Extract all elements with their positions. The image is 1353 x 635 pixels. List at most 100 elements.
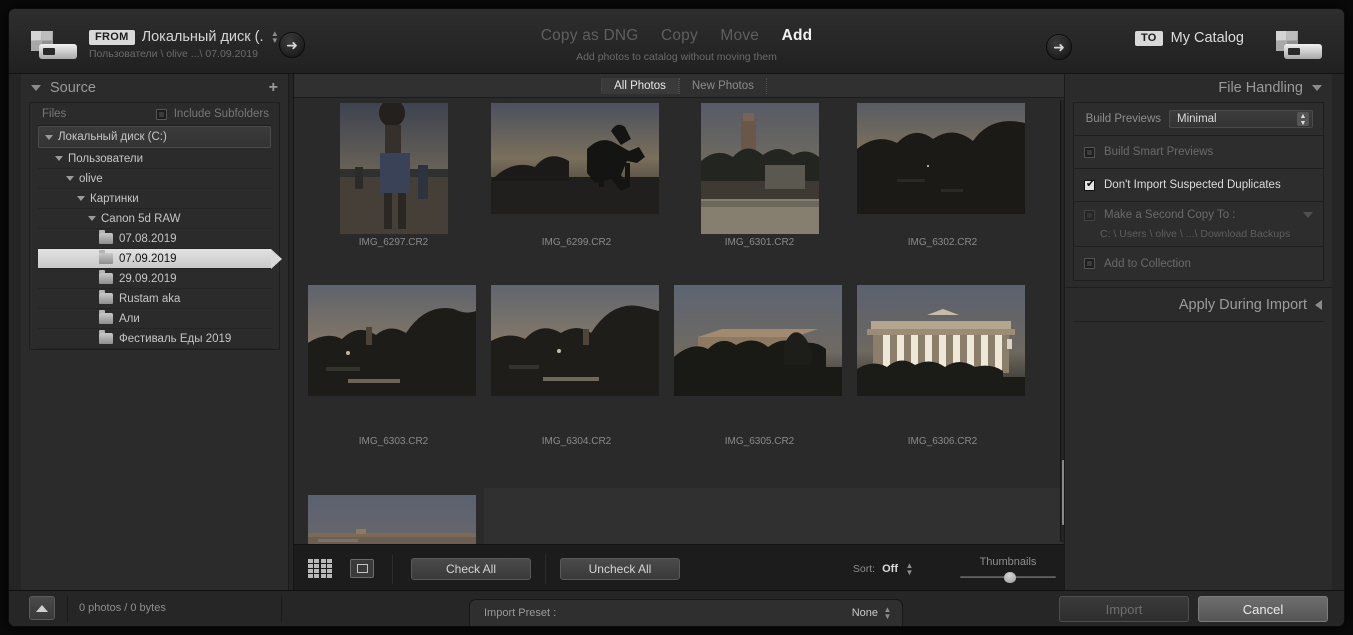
disclosure-triangle-icon[interactable]: [66, 176, 74, 181]
photo-cell[interactable]: IMG_6306.CR2: [851, 280, 1034, 460]
tree-item-8[interactable]: Rustam aka: [38, 289, 271, 309]
second-copy-checkbox[interactable]: [1084, 209, 1095, 221]
chevron-down-icon[interactable]: [1312, 85, 1322, 91]
import-preset-bar[interactable]: Import Preset : None ▲ ▼: [469, 599, 903, 626]
photo-caption: IMG_6305.CR2: [724, 436, 795, 447]
photo-image: [491, 285, 659, 396]
source-folder-tree: Локальный диск (C:) Пользователи olive Карт…: [38, 125, 282, 349]
preset-stepper-icon[interactable]: ▲ ▼: [883, 606, 892, 621]
photo-thumbnail[interactable]: [308, 285, 476, 396]
tree-item-label: 07.09.2019: [119, 252, 177, 265]
tab-new-photos[interactable]: New Photos: [678, 77, 767, 94]
tree-item-label: olive: [79, 172, 103, 185]
photo-cell[interactable]: IMG_6302.CR2: [851, 98, 1034, 278]
second-copy-path: C: \ Users \ olive \ ...\ Download Backu…: [1100, 228, 1291, 240]
tree-item-7[interactable]: 29.09.2019: [38, 269, 271, 289]
lightroom-import-dialog-screen: FROM Локальный диск (... ▲ ▼ Пользователи…: [0, 0, 1353, 635]
photo-thumbnail[interactable]: [674, 285, 842, 396]
import-button[interactable]: Import: [1059, 596, 1189, 622]
photo-thumbnail[interactable]: [701, 103, 819, 234]
uncheck-all-button[interactable]: Uncheck All: [560, 557, 680, 580]
photo-caption: IMG_6306.CR2: [907, 436, 978, 447]
tree-item-5[interactable]: 07.08.2019: [38, 229, 271, 249]
check-all-button[interactable]: Check All: [411, 557, 531, 580]
folder-icon: [99, 230, 113, 244]
tree-item-label: Фестиваль Еды 2019: [119, 332, 232, 345]
photo-cell[interactable]: [302, 483, 485, 544]
disclosure-triangle-icon[interactable]: [45, 134, 53, 140]
photo-cell[interactable]: IMG_6299.CR2: [485, 98, 668, 278]
thumbnail-size-slider[interactable]: [960, 571, 1056, 583]
mode-description: Add photos to catalog without moving the…: [576, 51, 777, 63]
photo-thumbnail[interactable]: [491, 103, 659, 214]
tree-item-label: Rustam aka: [119, 292, 181, 305]
photo-thumbnail[interactable]: [857, 285, 1025, 396]
mode-copy[interactable]: Copy: [661, 27, 698, 45]
build-previews-label: Build Previews: [1085, 113, 1161, 125]
photo-cell[interactable]: IMG_6304.CR2: [485, 280, 668, 460]
photo-caption: IMG_6303.CR2: [358, 436, 429, 447]
photo-cell[interactable]: IMG_6303.CR2: [302, 280, 485, 460]
photo-thumbnail[interactable]: [857, 103, 1025, 214]
disclosure-triangle-icon[interactable]: [88, 216, 96, 221]
file-handling-header[interactable]: File Handling: [1065, 74, 1332, 102]
add-source-icon[interactable]: +: [269, 79, 278, 97]
source-panel-title: Source: [50, 80, 96, 96]
source-panel-header[interactable]: Source +: [21, 74, 288, 102]
chevron-down-icon[interactable]: [31, 85, 41, 91]
add-to-collection-checkbox[interactable]: [1084, 258, 1095, 269]
tree-item-9[interactable]: Али: [38, 309, 271, 329]
tree-item-0[interactable]: Локальный диск (C:): [38, 126, 271, 148]
disclosure-triangle-icon[interactable]: [77, 196, 85, 201]
tab-all-photos[interactable]: All Photos: [601, 77, 679, 94]
dont-import-duplicates-checkbox[interactable]: [1084, 178, 1096, 191]
include-subfolders-checkbox[interactable]: [155, 108, 167, 120]
tree-item-6[interactable]: 07.09.2019: [38, 249, 282, 269]
collapse-panel-button[interactable]: [29, 596, 55, 620]
photo-thumbnail[interactable]: [340, 103, 448, 234]
photo-grid: IMG_6297.CR2 IMG_6299.CR2 IMG_6301.CR2 I…: [294, 98, 1074, 544]
photo-caption: IMG_6299.CR2: [541, 237, 612, 248]
destination-forward-arrow-icon[interactable]: ➜: [1046, 34, 1072, 60]
tree-item-10[interactable]: Фестиваль Еды 2019: [38, 329, 271, 349]
chevron-down-icon[interactable]: [1303, 212, 1313, 218]
import-preset-value[interactable]: None: [852, 607, 878, 619]
build-smart-previews-row[interactable]: Build Smart Previews: [1074, 136, 1323, 169]
tree-item-2[interactable]: olive: [38, 169, 271, 189]
tree-item-label: Локальный диск (C:): [58, 131, 167, 143]
dont-import-duplicates-row[interactable]: Don't Import Suspected Duplicates: [1074, 169, 1323, 202]
catalog-name[interactable]: My Catalog: [1171, 30, 1244, 46]
photo-thumbnail[interactable]: [308, 495, 476, 544]
mode-move[interactable]: Move: [720, 27, 759, 45]
sort-label: Sort:: [852, 562, 876, 575]
tree-item-1[interactable]: Пользователи: [38, 149, 271, 169]
slider-knob[interactable]: [1004, 571, 1016, 583]
tree-item-3[interactable]: Картинки: [38, 189, 271, 209]
mode-copy-as-dng[interactable]: Copy as DNG: [541, 27, 639, 45]
grid-view-icon[interactable]: [308, 559, 332, 578]
add-to-collection-row[interactable]: Add to Collection: [1074, 247, 1323, 280]
disclosure-triangle-icon[interactable]: [55, 156, 63, 161]
folder-icon: [99, 250, 113, 264]
tree-item-4[interactable]: Canon 5d RAW: [38, 209, 271, 229]
add-to-collection-label: Add to Collection: [1104, 257, 1191, 270]
dont-import-duplicates-label: Don't Import Suspected Duplicates: [1104, 179, 1281, 191]
destination-catalog-icon: [1276, 31, 1322, 61]
photo-cell[interactable]: IMG_6301.CR2: [668, 98, 851, 278]
cancel-button[interactable]: Cancel: [1198, 596, 1328, 622]
to-badge: TO: [1134, 30, 1163, 46]
build-smart-previews-checkbox[interactable]: [1084, 146, 1095, 158]
second-copy-row[interactable]: Make a Second Copy To :: [1074, 202, 1323, 228]
mode-add[interactable]: Add: [782, 27, 813, 45]
photo-thumbnail[interactable]: [491, 285, 659, 396]
sort-value[interactable]: Off: [882, 563, 898, 575]
photo-cell[interactable]: IMG_6305.CR2: [668, 280, 851, 460]
photo-image: [308, 285, 476, 396]
sort-stepper-icon[interactable]: ▲ ▼: [905, 561, 914, 576]
loupe-view-icon[interactable]: [350, 559, 374, 578]
grid-toolbar: Check All Uncheck All Sort: Off ▲ ▼ Thumb…: [294, 544, 1074, 592]
build-previews-select[interactable]: Minimal ▲ ▼: [1169, 110, 1313, 128]
apply-during-import-header[interactable]: Apply During Import: [1065, 287, 1332, 321]
chevron-left-icon[interactable]: [1315, 299, 1322, 310]
photo-cell[interactable]: IMG_6297.CR2: [302, 98, 485, 278]
